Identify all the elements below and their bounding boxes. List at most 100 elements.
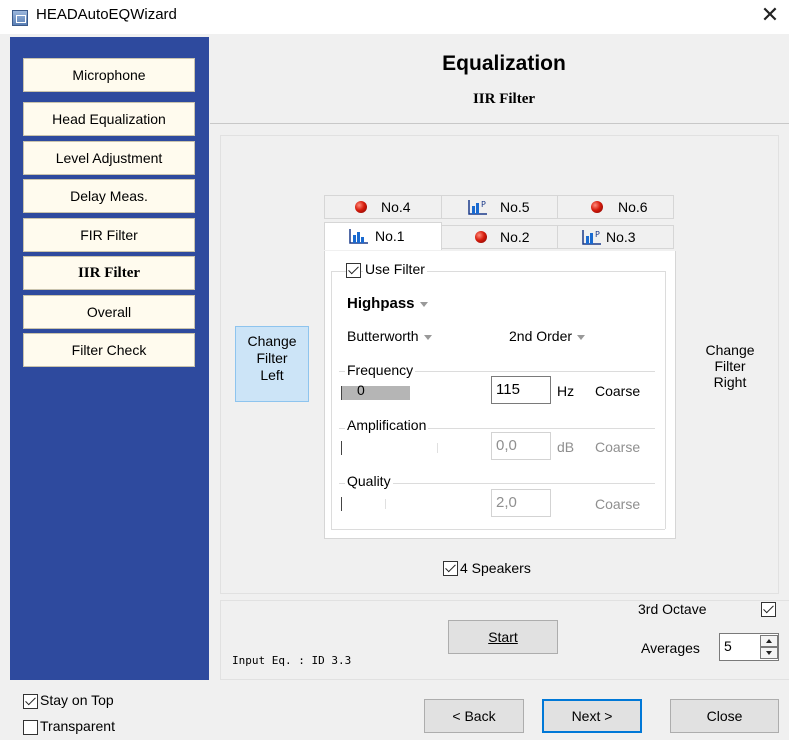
sidebar-item-overall[interactable]: Overall (23, 295, 195, 329)
tab-no3[interactable]: P No.3 (557, 225, 674, 249)
close-button[interactable]: Close (670, 699, 779, 733)
change-filter-right-button[interactable]: Change Filter Right (690, 342, 770, 398)
change-filter-left-line1: Change (247, 333, 297, 349)
quality-label: Quality (345, 473, 393, 489)
amplification-label: Amplification (345, 417, 429, 433)
red-dot-icon (475, 231, 487, 243)
amplification-slider-tick (341, 441, 342, 455)
order-value: 2nd Order (509, 328, 573, 344)
triangle-down-icon (766, 651, 772, 655)
amplification-mode[interactable]: Coarse (593, 439, 643, 455)
averages-label: Averages (641, 640, 700, 656)
sidebar-item-delay-meas[interactable]: Delay Meas. (23, 179, 195, 213)
change-filter-right-line3: Right (713, 374, 747, 390)
sidebar: Microphone Head Equalization Level Adjus… (10, 37, 209, 680)
filter-group-border-left (331, 271, 332, 529)
change-filter-left-line3: Left (260, 367, 284, 383)
tab-no6-label: No.6 (618, 199, 648, 215)
svg-text:P: P (595, 230, 600, 239)
quality-mode[interactable]: Coarse (593, 496, 643, 512)
red-dot-icon (355, 201, 367, 213)
characteristic-select[interactable]: Butterworth (345, 328, 434, 344)
frequency-slider-tick (341, 386, 342, 400)
app-icon (12, 10, 28, 26)
start-button[interactable]: Start (448, 620, 558, 654)
change-filter-right-line2: Filter (714, 358, 746, 374)
tab-no5[interactable]: P No.5 (441, 195, 558, 219)
sidebar-item-fir-filter[interactable]: FIR Filter (23, 218, 195, 252)
filter-chart-icon: P (468, 200, 487, 215)
next-button[interactable]: Next > (542, 699, 642, 733)
filter-tab-panel: Use Filter Highpass Butterworth 2nd Orde… (324, 251, 676, 539)
tab-no1[interactable]: No.1 (324, 222, 442, 250)
frequency-label: Frequency (345, 362, 416, 378)
amplification-slider[interactable] (341, 441, 495, 455)
change-filter-right-line1: Change (705, 342, 755, 358)
filter-group-border-bottom (331, 529, 665, 530)
four-speakers-label: 4 Speakers (460, 560, 531, 576)
tab-no4[interactable]: No.4 (324, 195, 442, 219)
filter-chart-icon (349, 229, 368, 244)
tab-no1-label: No.1 (375, 228, 405, 244)
transparent-checkbox[interactable] (23, 720, 38, 735)
input-eq-label: Input Eq. : ID 3.3 (232, 654, 352, 667)
sidebar-item-filter-check[interactable]: Filter Check (23, 333, 195, 367)
amplification-input[interactable]: 0,0 (491, 432, 551, 460)
averages-spinbox[interactable]: 5 (719, 633, 779, 661)
amplification-slider-tick (437, 443, 438, 453)
filter-group-border-right (665, 271, 666, 529)
third-octave-label: 3rd Octave (638, 601, 707, 617)
stay-on-top-checkbox[interactable] (23, 694, 38, 709)
four-speakers-checkbox[interactable] (443, 561, 458, 576)
chevron-down-icon (419, 301, 428, 307)
filter-type-select[interactable]: Highpass (345, 295, 430, 312)
triangle-up-icon (766, 639, 772, 643)
averages-value: 5 (724, 638, 732, 654)
frequency-input[interactable]: 115 (491, 376, 551, 404)
tab-no6[interactable]: No.6 (557, 195, 674, 219)
frequency-slider-text: 0 (357, 382, 365, 398)
use-filter-checkbox[interactable] (346, 263, 361, 278)
sidebar-item-level-adjustment[interactable]: Level Adjustment (23, 141, 195, 175)
frequency-unit: Hz (555, 383, 577, 399)
tab-no3-label: No.3 (606, 229, 636, 245)
third-octave-checkbox[interactable] (761, 602, 776, 617)
sidebar-item-microphone[interactable]: Microphone (23, 58, 195, 92)
order-select[interactable]: 2nd Order (507, 328, 588, 344)
start-label: Start (488, 629, 518, 645)
frequency-slider-fill (341, 386, 411, 400)
change-filter-left-button[interactable]: Change Filter Left (235, 326, 309, 402)
spin-down-icon[interactable] (760, 647, 778, 659)
change-filter-left-line2: Filter (256, 350, 288, 366)
frequency-slider[interactable]: 0 (341, 382, 495, 400)
stay-on-top-label: Stay on Top (40, 692, 114, 708)
tab-no2-label: No.2 (500, 229, 530, 245)
chevron-down-icon (423, 334, 432, 340)
quality-slider[interactable] (341, 497, 495, 511)
frequency-mode[interactable]: Coarse (593, 383, 643, 399)
tab-no2[interactable]: No.2 (441, 225, 558, 249)
tab-no4-label: No.4 (381, 199, 411, 215)
use-filter-label: Use Filter (363, 261, 427, 277)
page-subtitle: IIR Filter (472, 91, 536, 107)
red-dot-icon (591, 201, 603, 213)
quality-input[interactable]: 2,0 (491, 489, 551, 517)
sidebar-item-iir-filter[interactable]: IIR Filter (23, 256, 195, 290)
characteristic-value: Butterworth (347, 328, 419, 344)
filter-type-value: Highpass (347, 295, 415, 312)
sidebar-item-head-equalization[interactable]: Head Equalization (23, 102, 195, 136)
page-title: Equalization (442, 52, 566, 75)
header-divider (210, 123, 789, 124)
transparent-label: Transparent (40, 718, 115, 734)
quality-slider-tick (385, 499, 386, 509)
close-icon[interactable]: ✕ (758, 2, 782, 30)
amplification-unit: dB (555, 439, 577, 455)
filter-chart-icon: P (582, 230, 601, 245)
spin-up-icon[interactable] (760, 635, 778, 647)
quality-slider-tick (341, 497, 342, 511)
svg-text:P: P (481, 200, 486, 209)
tab-no5-label: No.5 (500, 199, 530, 215)
window-title: HEADAutoEQWizard (36, 6, 177, 23)
back-button[interactable]: < Back (424, 699, 524, 733)
chevron-down-icon (577, 334, 586, 340)
